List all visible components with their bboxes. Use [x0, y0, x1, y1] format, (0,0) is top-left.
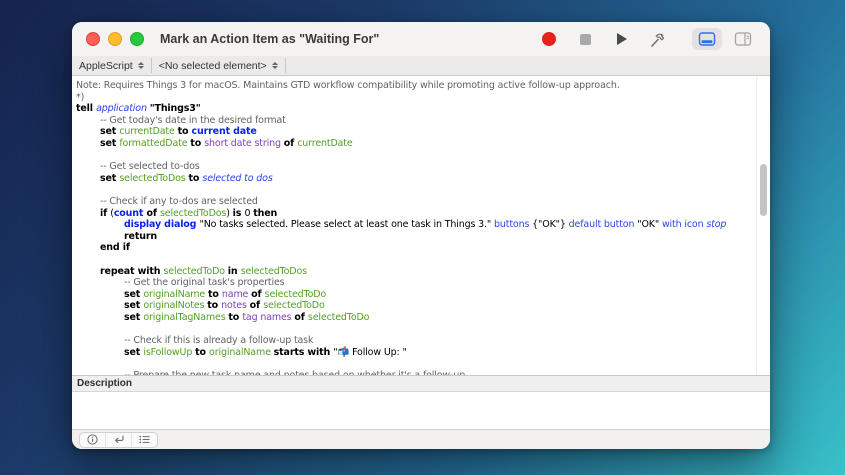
compile-button[interactable]	[646, 28, 668, 50]
accessory-segment-control	[79, 432, 158, 448]
code-editor[interactable]: Note: Requires Things 3 for macOS. Maint…	[72, 76, 770, 375]
code-line: -- Get the original task's properties	[76, 277, 770, 289]
code-line: display dialog "No tasks selected. Pleas…	[76, 219, 770, 231]
code-line	[76, 323, 770, 335]
code-line: set formattedDate to short date string o…	[76, 138, 770, 150]
window-titlebar[interactable]: Mark an Action Item as "Waiting For"	[72, 22, 770, 56]
accessory-bottom-bar	[72, 429, 770, 449]
list-icon	[138, 434, 151, 445]
code-line: if (count of selectedToDos) is 0 then	[76, 208, 770, 220]
record-icon	[542, 32, 556, 46]
navbar-divider	[285, 58, 286, 73]
return-arrow-icon	[113, 434, 125, 445]
scrollbar-thumb[interactable]	[760, 164, 767, 216]
code-line: *)	[76, 92, 770, 104]
code-line: set originalName to name of selectedToDo	[76, 289, 770, 301]
stop-button[interactable]	[574, 28, 596, 50]
view-toggle-group	[692, 28, 758, 50]
compile-hammer-icon	[648, 30, 667, 49]
code-line: -- Check if this is already a follow-up …	[76, 335, 770, 347]
minimize-button[interactable]	[108, 32, 122, 46]
language-popup[interactable]: AppleScript	[72, 56, 151, 75]
language-popup-label: AppleScript	[79, 60, 133, 72]
script-editor-pane[interactable]: Note: Requires Things 3 for macOS. Maint…	[72, 76, 770, 375]
popup-stepper-icon	[138, 62, 144, 69]
code-line: set originalTagNames to tag names of sel…	[76, 312, 770, 324]
code-line: -- Check if any to-dos are selected	[76, 196, 770, 208]
navigation-bar: AppleScript <No selected element>	[72, 56, 770, 76]
description-tab-button[interactable]	[80, 433, 105, 447]
show-right-panel-icon	[734, 31, 752, 47]
traffic-lights	[86, 32, 144, 46]
code-line: -- Prepare the new task name and notes b…	[76, 370, 770, 375]
code-line	[76, 358, 770, 370]
element-popup-label: <No selected element>	[159, 60, 267, 72]
script-editor-window: Mark an Action Item as "Waiting For"	[72, 22, 770, 449]
toolbar	[538, 22, 758, 56]
code-line: -- Get today's date in the desired forma…	[76, 115, 770, 127]
run-icon	[617, 33, 627, 45]
stop-icon	[580, 34, 591, 45]
show-right-panel-button[interactable]	[728, 28, 758, 50]
result-tab-button[interactable]	[105, 433, 131, 447]
vertical-scrollbar[interactable]	[756, 76, 770, 375]
accessory-tab-label: Description	[77, 378, 132, 389]
show-bottom-panel-icon	[698, 31, 716, 47]
show-bottom-panel-button[interactable]	[692, 28, 722, 50]
element-popup[interactable]: <No selected element>	[152, 56, 285, 75]
code-line: set isFollowUp to originalName starts wi…	[76, 347, 770, 359]
code-line: tell application "Things3"	[76, 103, 770, 115]
code-line: set selectedToDos to selected to dos	[76, 173, 770, 185]
code-line	[76, 150, 770, 162]
code-line: set originalNotes to notes of selectedTo…	[76, 300, 770, 312]
window-title: Mark an Action Item as "Waiting For"	[160, 32, 379, 46]
code-line: return	[76, 231, 770, 243]
description-content[interactable]	[72, 392, 770, 429]
code-line: repeat with selectedToDo in selectedToDo…	[76, 266, 770, 278]
close-button[interactable]	[86, 32, 100, 46]
accessory-tab-header: Description	[72, 375, 770, 392]
popup-stepper-icon	[272, 62, 278, 69]
code-line	[76, 254, 770, 266]
run-button[interactable]	[610, 28, 632, 50]
info-circle-icon	[87, 434, 98, 445]
code-line	[76, 184, 770, 196]
zoom-button[interactable]	[130, 32, 144, 46]
code-line: -- Get selected to-dos	[76, 161, 770, 173]
code-line: set currentDate to current date	[76, 126, 770, 138]
log-tab-button[interactable]	[131, 433, 157, 447]
code-line: Note: Requires Things 3 for macOS. Maint…	[76, 80, 770, 92]
record-button[interactable]	[538, 28, 560, 50]
code-line: end if	[76, 242, 770, 254]
